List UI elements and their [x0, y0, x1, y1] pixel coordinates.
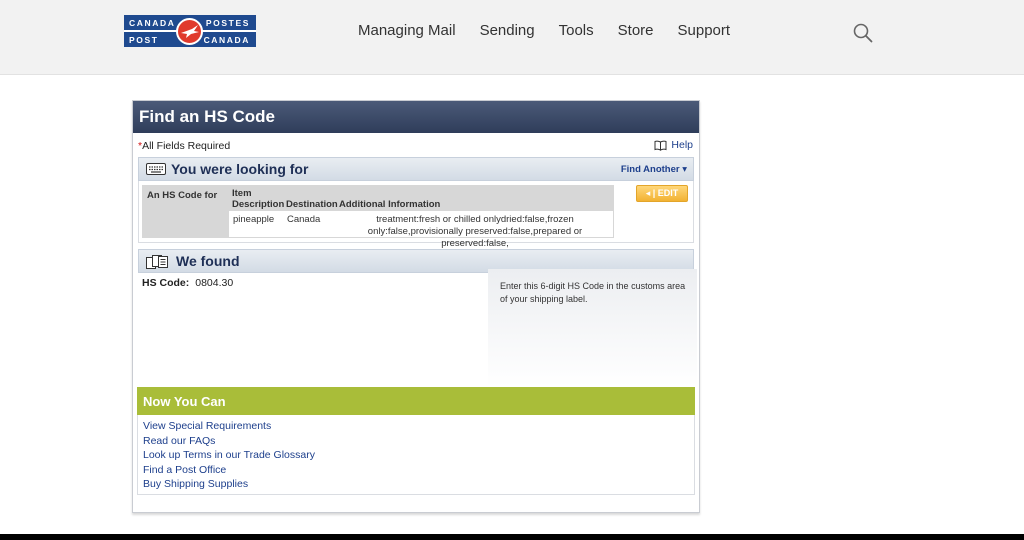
table-row: pineapple Canada treatment:fresh or chil… [228, 211, 614, 249]
bottom-edge [0, 534, 1024, 540]
link-special-requirements[interactable]: View Special Requirements [143, 419, 694, 434]
site-header: CANADA POST POSTES CANADA Managing Mail … [0, 0, 1024, 75]
nav-tools[interactable]: Tools [559, 22, 594, 39]
required-row: *All Fields Required Help [133, 133, 699, 157]
we-found-body: HS Code: 0804.30 Enter this 6-digit HS Co… [138, 269, 697, 387]
logo-text-postes: POSTES [205, 18, 250, 28]
nav-managing-mail[interactable]: Managing Mail [358, 22, 456, 39]
col-item-description: Item Description [232, 188, 285, 210]
canada-post-logo[interactable]: CANADA POST POSTES CANADA [124, 15, 256, 47]
nav-sending[interactable]: Sending [480, 22, 535, 39]
link-find-post-office[interactable]: Find a Post Office [143, 463, 694, 478]
eagle-icon [176, 18, 203, 45]
table-header: Item Description Destination Additional … [228, 185, 614, 211]
logo-text-canada: CANADA [129, 18, 176, 28]
row-label: An HS Code for [142, 185, 228, 238]
col-destination: Destination [286, 199, 338, 210]
hs-code-line: HS Code: 0804.30 [142, 277, 233, 289]
panel-title: Find an HS Code [133, 101, 699, 133]
help-label: Help [671, 139, 693, 151]
logo-text-canada-fr: CANADA [203, 35, 250, 45]
link-shipping-supplies[interactable]: Buy Shipping Supplies [143, 477, 694, 492]
hs-code-label: HS Code: [142, 277, 190, 289]
hs-code-value: 0804.30 [195, 277, 234, 289]
required-note: *All Fields Required [138, 140, 230, 152]
hs-code-panel: Find an HS Code *All Fields Required Hel… [132, 100, 700, 513]
nav-support[interactable]: Support [678, 22, 731, 39]
now-you-can-links: View Special Requirements Read our FAQs … [137, 415, 695, 495]
cell-destination: Canada [287, 214, 321, 225]
col-additional-info: Additional Information [339, 199, 441, 210]
edit-button[interactable]: ◂ | EDIT [636, 185, 688, 202]
link-faqs[interactable]: Read our FAQs [143, 434, 694, 449]
search-icon[interactable] [852, 22, 874, 44]
looking-for-bar: You were looking for Find Another ▾ [138, 157, 694, 181]
nav-store[interactable]: Store [618, 22, 654, 39]
required-text: All Fields Required [142, 140, 231, 152]
cell-additional-info: treatment:fresh or chilled onlydried:fal… [367, 214, 583, 249]
looking-for-table: An HS Code for Item Description Destinat… [138, 181, 694, 249]
book-icon [654, 140, 667, 151]
link-trade-glossary[interactable]: Look up Terms in our Trade Glossary [143, 448, 694, 463]
main-nav: Managing Mail Sending Tools Store Suppor… [358, 22, 730, 39]
help-link[interactable]: Help [654, 139, 693, 151]
looking-for-title: You were looking for [171, 161, 309, 177]
find-another-link[interactable]: Find Another ▾ [621, 164, 687, 175]
hs-code-note: Enter this 6-digit HS Code in the custom… [488, 269, 697, 387]
keyboard-icon [146, 163, 166, 175]
we-found-title: We found [176, 253, 240, 269]
cell-item: pineapple [233, 214, 275, 225]
logo-text-post: POST [129, 35, 159, 45]
now-you-can-bar: Now You Can [137, 387, 695, 415]
documents-icon [146, 255, 168, 269]
